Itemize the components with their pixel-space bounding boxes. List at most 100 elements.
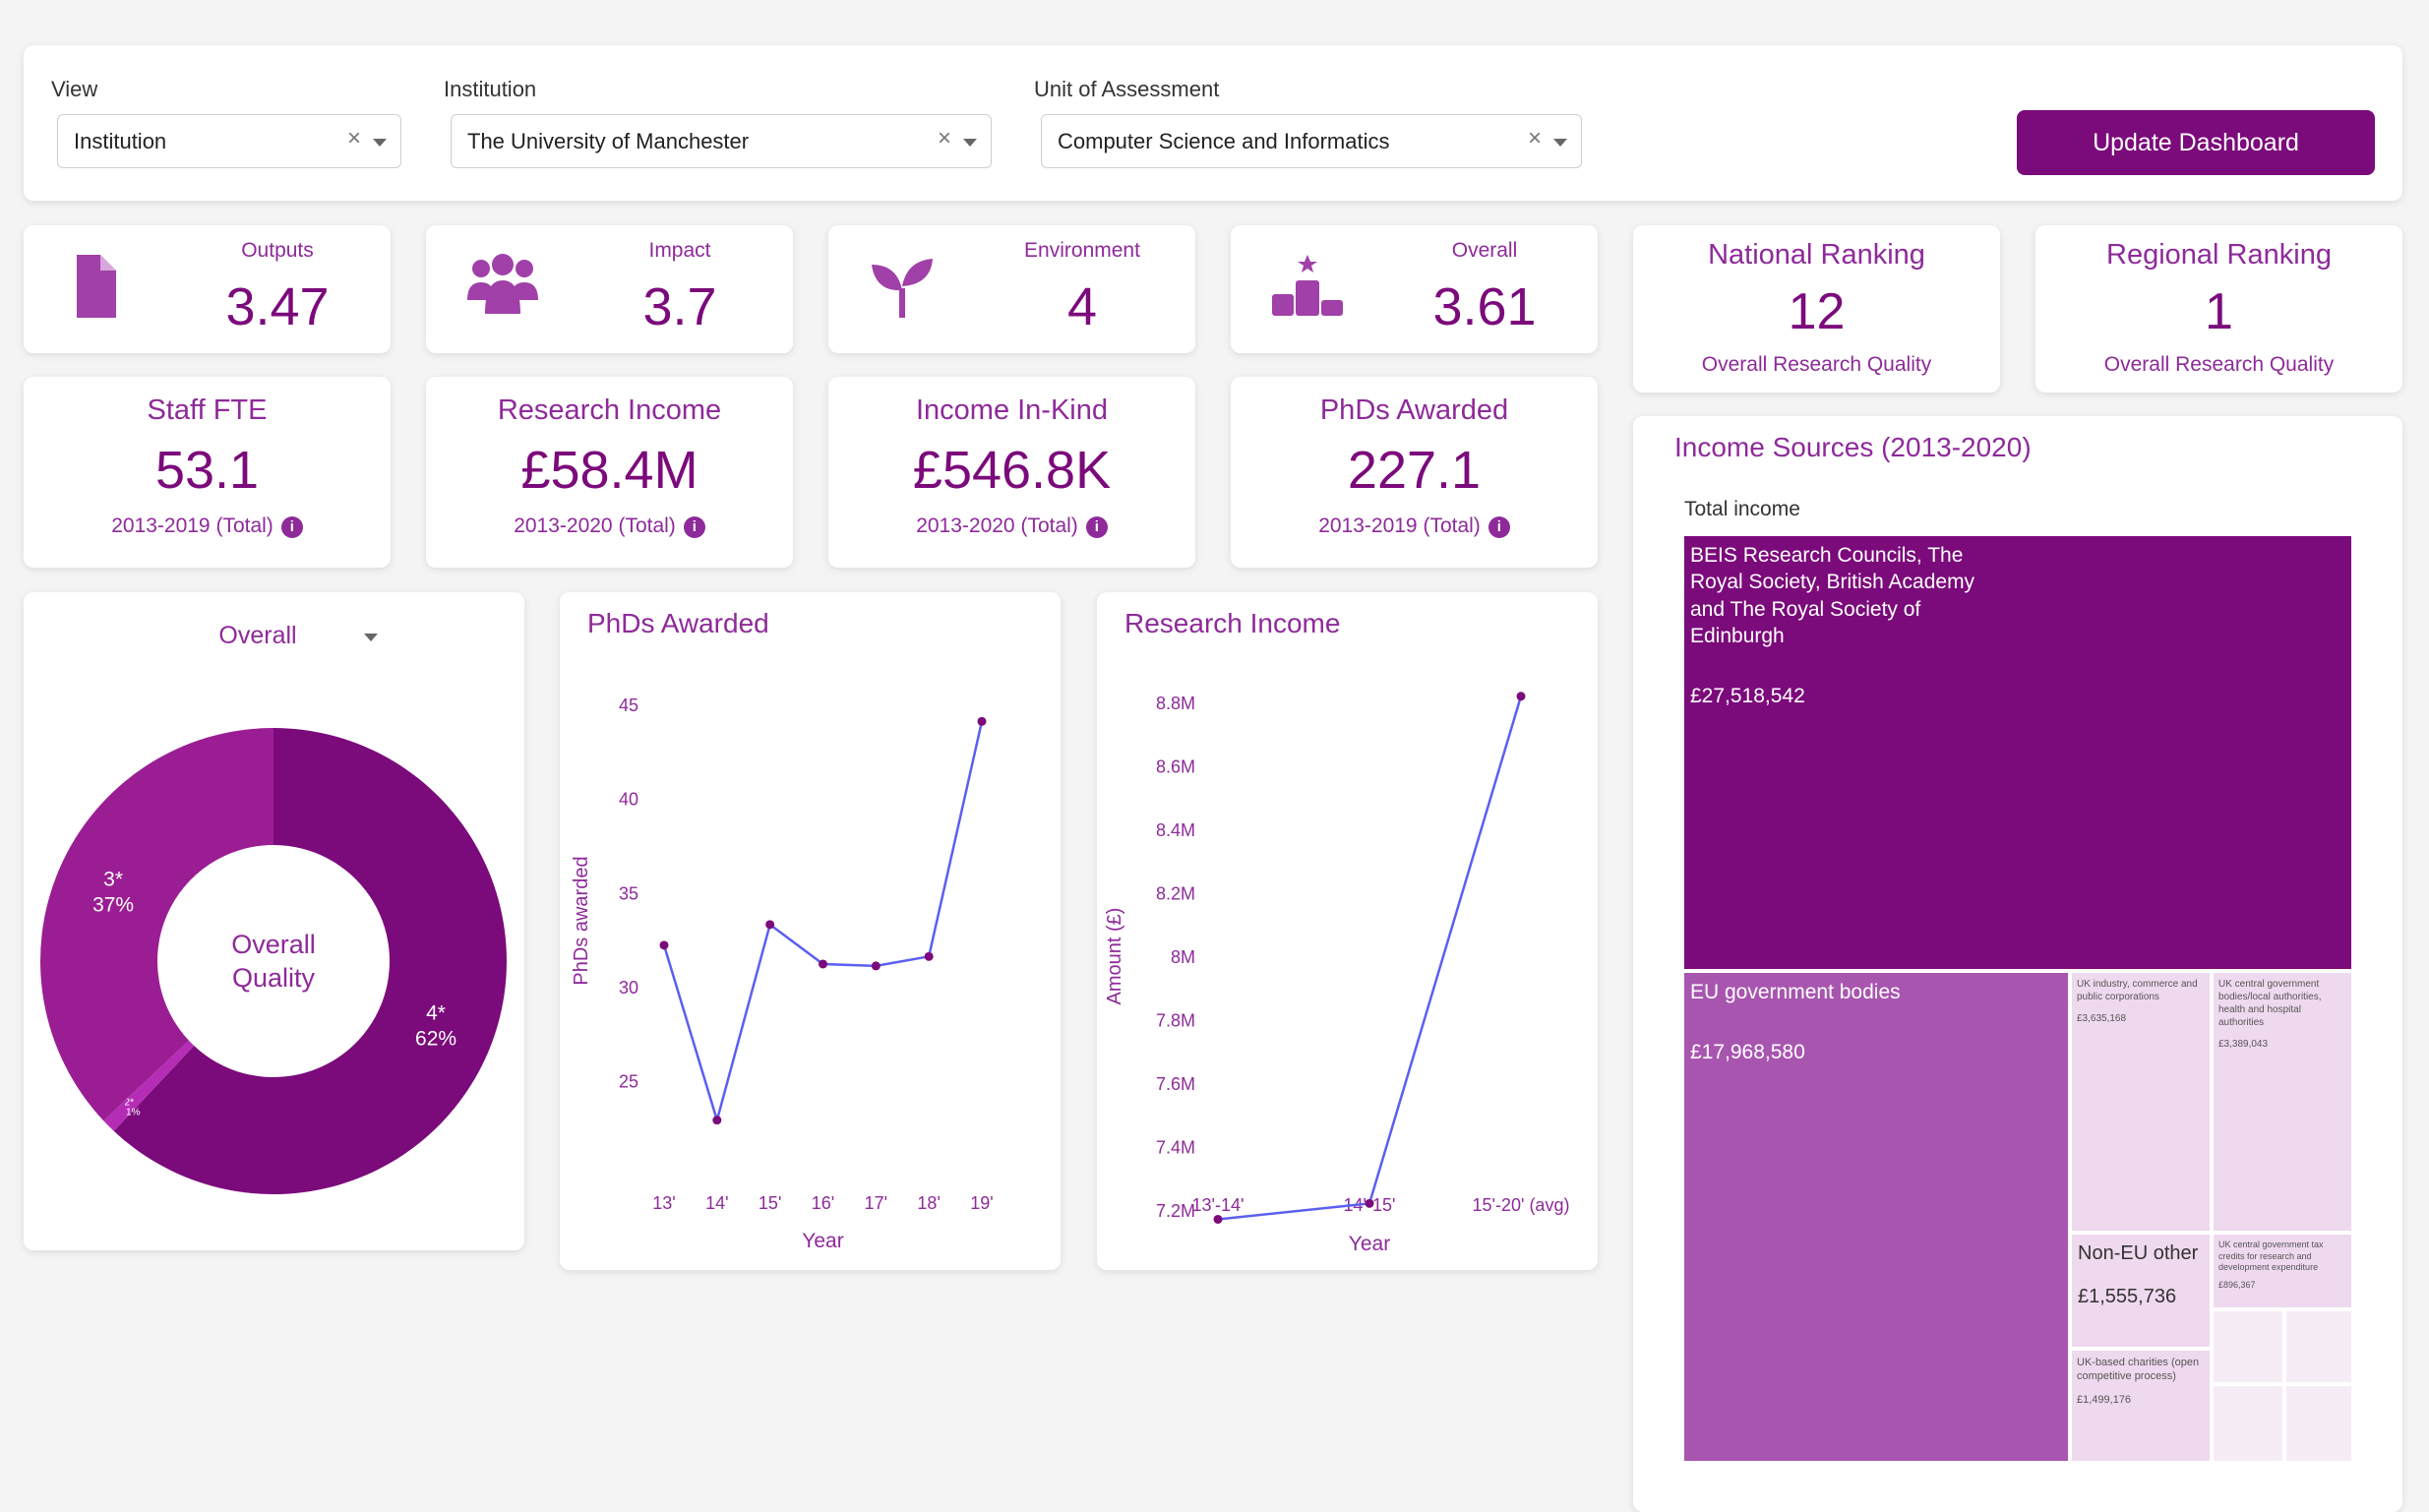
regional-ranking-value: 1 <box>2205 283 2233 340</box>
environment-value: 4 <box>1066 277 1098 336</box>
treemap-tile-value: £17,968,580 <box>1690 1041 1805 1064</box>
impact-score-card: Impact 3.7 <box>426 225 793 353</box>
treemap-tile-name: UK central government tax credits for re… <box>2218 1240 2324 1273</box>
impact-label: Impact <box>648 239 711 262</box>
info-icon[interactable]: i <box>280 516 303 538</box>
treemap-root-label: Total income <box>1684 498 1800 520</box>
y-tick-label: 25 <box>619 1072 638 1092</box>
national-ranking-sub: Overall Research Quality <box>1701 353 1932 376</box>
treemap-tile-value: £896,367 <box>2218 1280 2256 1291</box>
treemap-tile[interactable]: Non-EU other £1,555,736 <box>2072 1235 2210 1347</box>
treemap-small-tile[interactable] <box>2214 1386 2282 1461</box>
data-point[interactable] <box>1365 1198 1374 1208</box>
data-point[interactable] <box>1213 1214 1223 1224</box>
info-icon[interactable]: i <box>1085 516 1108 538</box>
donut-slice-pct: 1% <box>126 1108 141 1119</box>
filter-bar: View Institution × Institution The Unive… <box>24 45 2402 201</box>
donut-center-label: Overall <box>231 930 316 959</box>
outputs-score-card: Outputs 3.47 <box>24 225 391 353</box>
data-point[interactable] <box>924 951 934 961</box>
treemap-tile[interactable]: UK central government bodies/local autho… <box>2214 973 2351 1231</box>
treemap-tile-value: £3,389,043 <box>2218 1039 2269 1050</box>
donut-slice-name: 3* <box>103 869 123 891</box>
treemap-tile-value: £27,518,542 <box>1690 685 1805 708</box>
donut-slice-name: 4* <box>426 1001 446 1024</box>
series-line <box>662 721 984 1125</box>
view-select-value: Institution <box>74 129 167 153</box>
donut-slice-pct: 37% <box>92 894 134 917</box>
regional-ranking-card: Regional Ranking 1 Overall Research Qual… <box>2035 225 2402 393</box>
info-icon[interactable]: i <box>1488 516 1510 538</box>
update-dashboard-button[interactable]: Update Dashboard <box>2017 110 2375 175</box>
x-tick-label: 17' <box>865 1193 887 1213</box>
y-tick-label: 8M <box>1171 947 1195 967</box>
treemap-tile-value: £1,499,176 <box>2077 1393 2132 1406</box>
treemap-tile-name: UK central government bodies/local autho… <box>2218 979 2322 1028</box>
institution-select-value: The University of Manchester <box>467 129 750 153</box>
treemap-tile-name: Non-EU other <box>2078 1242 2199 1264</box>
institution-select[interactable]: The University of Manchester × <box>451 114 992 168</box>
data-point[interactable] <box>659 940 669 950</box>
research-income-label: Research Income <box>497 394 722 426</box>
unit-label: Unit of Assessment <box>1034 77 1220 101</box>
info-icon[interactable]: i <box>683 516 705 538</box>
y-tick-label: 45 <box>619 696 638 715</box>
environment-label: Environment <box>1024 239 1140 262</box>
regional-ranking-label: Regional Ranking <box>2106 239 2332 271</box>
x-tick-label: 13' <box>652 1193 675 1213</box>
treemap-tile[interactable]: UK industry, commerce and public corpora… <box>2072 973 2210 1231</box>
y-tick-label: 7.8M <box>1156 1010 1195 1030</box>
y-tick-label: 7.6M <box>1156 1074 1195 1094</box>
staff-fte-value: 53.1 <box>154 441 260 500</box>
institution-clear-icon[interactable]: × <box>938 125 951 152</box>
income-in-kind-period: 2013-2020 (Total) <box>916 514 1078 537</box>
view-chevron-down-icon[interactable] <box>373 139 387 147</box>
donut-slice-pct: 62% <box>415 1027 456 1050</box>
treemap-tile-value: £1,555,736 <box>2078 1286 2177 1307</box>
data-point[interactable] <box>977 716 987 726</box>
x-tick-label: 19' <box>970 1193 993 1213</box>
income-in-kind-card: Income In-Kind £546.8K 2013-2020 (Total)… <box>828 377 1195 568</box>
institution-chevron-down-icon[interactable] <box>963 139 977 147</box>
view-clear-icon[interactable]: × <box>347 125 361 152</box>
national-ranking-value: 12 <box>1788 283 1846 340</box>
phds-awarded-sub: 2013-2019 (Total) i <box>1231 514 1598 538</box>
impact-value: 3.7 <box>642 277 717 336</box>
treemap-tile[interactable]: UK-based charities (open competitive pro… <box>2072 1351 2210 1461</box>
phds-awarded-value: 227.1 <box>1347 441 1482 500</box>
y-tick-label: 7.4M <box>1156 1137 1195 1157</box>
y-axis-title: Amount (£) <box>1104 908 1125 1005</box>
outputs-value: 3.47 <box>225 277 330 336</box>
treemap-tile[interactable]: EU government bodies £17,968,580 <box>1684 973 2068 1461</box>
x-axis-title: Year <box>802 1230 843 1252</box>
data-point[interactable] <box>765 920 775 930</box>
treemap-tile[interactable]: BEIS Research Councils, The Royal Societ… <box>1684 536 2351 969</box>
treemap-small-tile[interactable] <box>2286 1311 2351 1382</box>
donut-slice[interactable] <box>40 728 273 1121</box>
environment-score-card: Environment 4 <box>828 225 1195 353</box>
x-tick-label: 18' <box>917 1193 940 1213</box>
document-icon <box>77 255 116 318</box>
unit-select[interactable]: Computer Science and Informatics × <box>1041 114 1582 168</box>
treemap-tile-name: BEIS Research Councils, The Royal Societ… <box>1690 544 1975 647</box>
national-ranking-label: National Ranking <box>1708 239 1925 271</box>
phds-awarded-label: PhDs Awarded <box>1319 394 1509 426</box>
overall-label: Overall <box>1451 239 1518 262</box>
data-point[interactable] <box>1516 692 1526 701</box>
unit-clear-icon[interactable]: × <box>1528 125 1542 152</box>
treemap-small-tile[interactable] <box>2286 1386 2351 1461</box>
data-point[interactable] <box>712 1116 722 1125</box>
y-tick-label: 30 <box>619 978 638 998</box>
national-ranking-card: National Ranking 12 Overall Research Qua… <box>1633 225 2000 393</box>
view-select[interactable]: Institution × <box>57 114 401 168</box>
phds-awarded-period: 2013-2019 (Total) <box>1318 514 1481 537</box>
treemap-small-tile[interactable] <box>2214 1311 2282 1382</box>
staff-fte-period: 2013-2019 (Total) <box>111 514 273 537</box>
data-point[interactable] <box>819 959 827 969</box>
outputs-label: Outputs <box>241 239 314 262</box>
treemap-tile[interactable]: UK central government tax credits for re… <box>2214 1235 2351 1307</box>
x-tick-label: 16' <box>812 1193 834 1213</box>
data-point[interactable] <box>871 961 881 971</box>
unit-chevron-down-icon[interactable] <box>1553 139 1567 147</box>
treemap-tile-name: UK-based charities (open competitive pro… <box>2077 1357 2200 1383</box>
